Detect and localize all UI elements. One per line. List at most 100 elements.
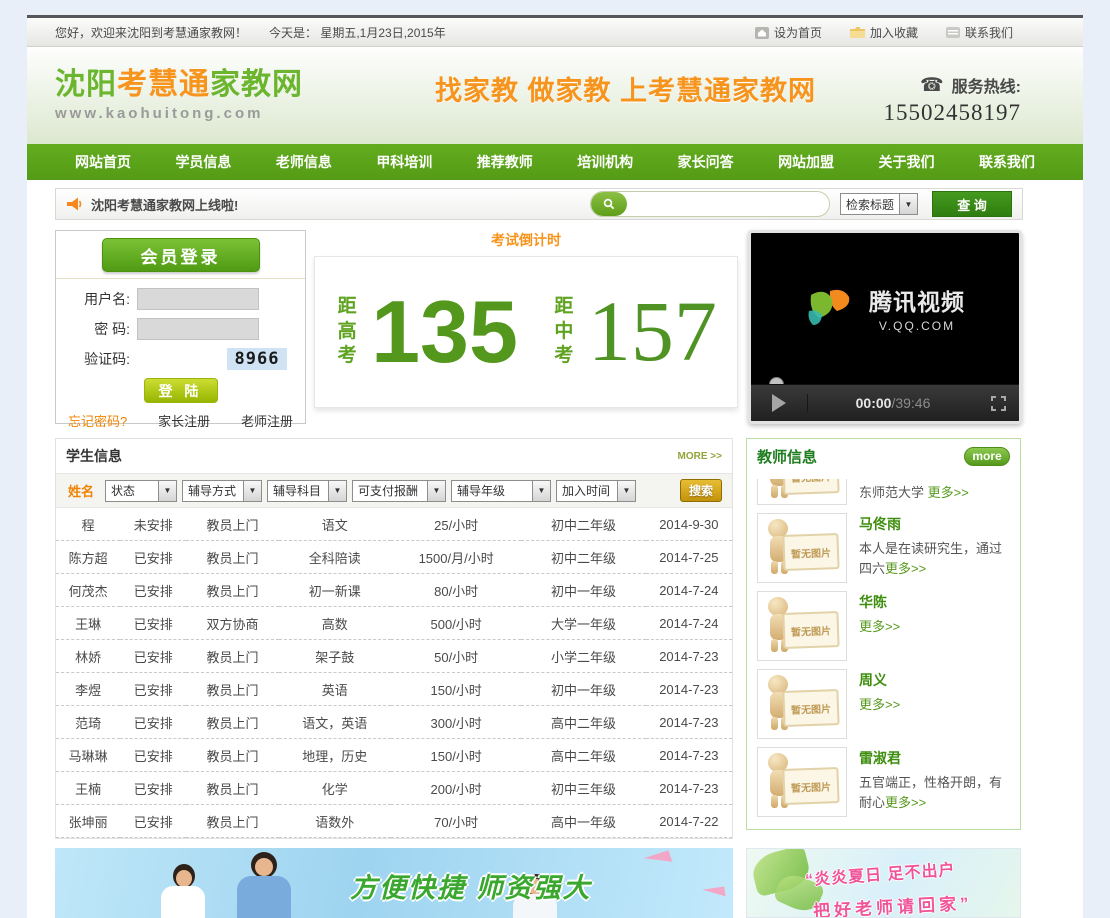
teacher-more-link[interactable]: 更多>> — [885, 795, 926, 810]
teacher-item[interactable]: 暂无图片 周义 更多>> — [757, 669, 1010, 739]
password-field[interactable] — [137, 318, 259, 340]
paper-plane-icon — [643, 850, 673, 870]
announcement-bar: 沈阳考慧通家教网上线啦! 检索标题 ▼ 查 询 — [55, 188, 1023, 220]
parent-register-link[interactable]: 家长注册 — [158, 411, 210, 430]
teacher-register-link[interactable]: 老师注册 — [241, 411, 293, 430]
table-cell: 80/小时 — [390, 573, 522, 607]
captcha-image[interactable]: 8966 — [227, 348, 287, 370]
time-total: /39:46 — [891, 395, 931, 411]
teacher-name: 雷淑君 — [859, 750, 901, 766]
nav-item[interactable]: 关于我们 — [879, 152, 935, 172]
nav-item[interactable]: 老师信息 — [276, 152, 332, 172]
fullscreen-icon — [991, 395, 1006, 411]
contact-us-label: 联系我们 — [964, 25, 1013, 40]
teacher-item[interactable]: 暂无图片 华陈 更多>> — [757, 591, 1010, 661]
site-header: 沈阳考慧通家教网 www.kaohuitong.com 找家教 做家教 上考慧通… — [27, 47, 1083, 144]
search-type-select[interactable]: 检索标题 ▼ — [839, 193, 918, 215]
banner-right-line1: “炎炎夏日 足不出户 — [804, 861, 957, 890]
search-input[interactable] — [626, 195, 829, 213]
filter-select-method[interactable]: 辅导方式 ▼ — [182, 479, 263, 502]
query-button[interactable]: 查 询 — [932, 191, 1012, 217]
table-cell: 已安排 — [120, 705, 187, 739]
students-more-link[interactable]: MORE >> — [678, 451, 722, 462]
table-row[interactable]: 程未安排 教员上门 语文 25/小时 初中二年级 2014-9-30 — [56, 508, 732, 541]
row-banners: 方便快捷 师资强大 “炎炎夏日 足不出户 把好老师请回家” — [55, 848, 1023, 918]
nav-item[interactable]: 联系我们 — [979, 152, 1035, 172]
phone-icon: ☎ — [919, 74, 944, 96]
filter-select-join-time[interactable]: 加入时间 ▼ — [556, 479, 637, 502]
nav-item[interactable]: 培训机构 — [577, 152, 633, 172]
teacher-item[interactable]: 暂无图片 马佟雨 本人是在读研究生，通过四六更多>> — [757, 513, 1010, 583]
teacher-more-link[interactable]: 更多>> — [859, 619, 900, 634]
table-cell: 何茂杰 — [56, 573, 121, 607]
filter-select-grade[interactable]: 辅导年级 ▼ — [451, 479, 552, 502]
nav-item[interactable]: 家长问答 — [678, 152, 734, 172]
table-row[interactable]: 马琳琳 已安排 教员上门 地理，历史 150/小时 高中二年级 2014-7-23 — [56, 738, 732, 772]
table-row[interactable]: 陈方超 已安排 教员上门 全科陪读 1500/月/小时 初中二年级 2014-7-25 — [56, 540, 732, 574]
table-row[interactable]: 王琳 已安排 双方协商 高数 500/小时 大学一年级 2014-7-24 — [56, 606, 732, 640]
table-cell: 已安排 — [120, 672, 187, 706]
table-cell: 架子鼓 — [278, 639, 391, 673]
search-pill — [589, 191, 830, 217]
table-row[interactable]: 李煜 已安排 教员上门 英语 150/小时 初中一年级 2014-7-23 — [56, 672, 732, 706]
zhongkao-days: 157 — [587, 283, 717, 380]
teacher-more-link[interactable]: 更多>> — [885, 561, 926, 576]
search-icon[interactable] — [590, 192, 627, 216]
teacher-more-link[interactable]: 更多>> — [859, 697, 900, 712]
zhongkao-label: 距中考 — [554, 295, 574, 367]
table-cell: 高数 — [278, 606, 391, 640]
table-cell: 已安排 — [120, 771, 187, 805]
nav-item[interactable]: 网站加盟 — [778, 152, 834, 172]
play-button[interactable] — [751, 394, 808, 412]
time-current: 00:00 — [855, 395, 892, 411]
teacher-item[interactable]: 暂无图片 雷淑君 五官端正，性格开朗，有耐心更多>> — [757, 747, 1010, 817]
gaokao-label: 距高考 — [337, 295, 357, 367]
table-row[interactable]: 林娇 已安排 教员上门 架子鼓 50/小时 小学二年级 2014-7-23 — [56, 639, 732, 673]
video-player[interactable]: 腾讯视频 V.QQ.COM 00:00/39:46 — [748, 230, 1022, 424]
table-row[interactable]: 王楠 已安排 教员上门 化学 200/小时 初中三年级 2014-7-23 — [56, 771, 732, 805]
table-cell: 双方协商 — [186, 606, 279, 640]
login-button[interactable]: 登 陆 — [143, 378, 218, 403]
nav-item[interactable]: 网站首页 — [75, 152, 131, 172]
site-logo[interactable]: 沈阳考慧通家教网 www.kaohuitong.com — [55, 59, 303, 122]
search-button[interactable]: 搜索 — [680, 479, 722, 502]
video-brand-name: 腾讯视频 — [869, 289, 965, 315]
member-login-button[interactable]: 会员登录 — [101, 238, 260, 272]
table-cell: 张坤丽 — [56, 804, 121, 838]
login-links: 忘记密码? 家长注册 老师注册 — [56, 403, 305, 430]
set-homepage-link[interactable]: 设为首页 — [754, 24, 822, 41]
students-table-body: 程未安排 教员上门 语文 25/小时 初中二年级 2014-9-30 陈方超 已安排 教员上门全… — [56, 508, 732, 838]
table-row[interactable]: 何茂杰 已安排 教员上门 初一新课 80/小时 初中一年级 2014-7-24 — [56, 573, 732, 607]
filter-select-subject[interactable]: 辅导科目 ▼ — [267, 479, 348, 502]
students-table: 程未安排 教员上门 语文 25/小时 初中二年级 2014-9-30 陈方超 已安排 教员上门全… — [56, 508, 732, 838]
nav-item[interactable]: 学员信息 — [175, 152, 231, 172]
nav-item[interactable]: 甲科培训 — [376, 152, 432, 172]
no-image-label: 暂无图片 — [790, 781, 832, 795]
forgot-password-link[interactable]: 忘记密码? — [68, 411, 127, 430]
nav-item[interactable]: 推荐教师 — [477, 152, 533, 172]
table-cell: 2014-7-23 — [645, 738, 732, 772]
countdown-card: 距高考 135 距中考 157 — [314, 256, 738, 408]
teachers-more-button[interactable]: more — [964, 446, 1010, 466]
teacher-more-link[interactable]: 更多>> — [928, 485, 969, 500]
fullscreen-button[interactable] — [990, 395, 1007, 412]
table-cell: 教员上门 — [186, 804, 279, 838]
table-cell: 语数外 — [278, 804, 391, 838]
hotline-number: 15502458197 — [883, 100, 1021, 125]
promo-banner-right[interactable]: “炎炎夏日 足不出户 把好老师请回家” — [746, 848, 1021, 918]
countdown-title: 考试倒计时 — [491, 232, 561, 248]
bookmark-icon — [849, 26, 865, 38]
filter-select-status[interactable]: 状态 ▼ — [105, 479, 178, 502]
filter-select-pay[interactable]: 可支付报酬 ▼ — [352, 479, 447, 502]
promo-banner-left[interactable]: 方便快捷 师资强大 — [55, 848, 733, 918]
search-zone: 检索标题 ▼ 查 询 — [589, 191, 1012, 217]
contact-us-link[interactable]: 联系我们 — [945, 24, 1013, 41]
username-field[interactable] — [137, 288, 259, 310]
add-favorite-link[interactable]: 加入收藏 — [849, 24, 918, 41]
teacher-item[interactable]: 暂无图片东师范大学 更多>> — [757, 473, 1010, 505]
password-label: 密 码: — [94, 321, 130, 337]
table-cell: 教员上门 — [186, 705, 279, 739]
no-image-label: 暂无图片 — [790, 703, 832, 717]
table-row[interactable]: 范琦 已安排 教员上门 语文，英语 300/小时 高中二年级 2014-7-23 — [56, 705, 732, 739]
table-row[interactable]: 张坤丽 已安排 教员上门 语数外 70/小时 高中一年级 2014-7-22 — [56, 804, 732, 838]
